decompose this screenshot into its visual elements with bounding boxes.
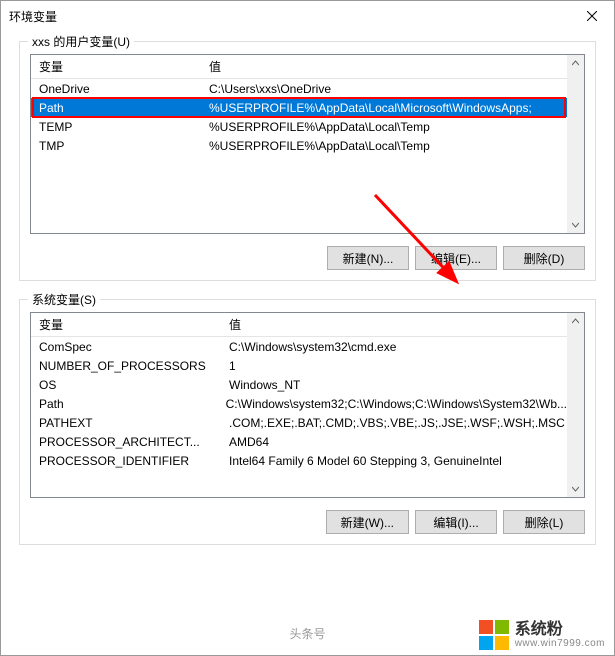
- row-val: C:\Users\xxs\OneDrive: [201, 82, 567, 96]
- row-var: OS: [31, 378, 221, 392]
- list-row[interactable]: TEMP %USERPROFILE%\AppData\Local\Temp: [31, 117, 567, 136]
- sys-buttons: 新建(W)... 编辑(I)... 删除(L): [30, 510, 585, 534]
- ms-logo-icon: [479, 620, 509, 650]
- sys-new-button[interactable]: 新建(W)...: [326, 510, 409, 534]
- user-edit-button[interactable]: 编辑(E)...: [415, 246, 497, 270]
- system-variables-group: 系统变量(S) 变量 值 ComSpec C:\Windows\system32…: [19, 299, 596, 545]
- col-header-value[interactable]: 值: [201, 58, 567, 75]
- sys-delete-button[interactable]: 删除(L): [503, 510, 585, 534]
- chevron-up-icon: [572, 60, 579, 67]
- chevron-down-icon: [572, 485, 579, 492]
- chevron-down-icon: [572, 221, 579, 228]
- row-val: .COM;.EXE;.BAT;.CMD;.VBS;.VBE;.JS;.JSE;.…: [221, 416, 567, 430]
- scrollbar[interactable]: [567, 313, 584, 497]
- row-val: C:\Windows\system32;C:\Windows;C:\Window…: [218, 397, 567, 411]
- row-val: C:\Windows\system32\cmd.exe: [221, 340, 567, 354]
- watermark-en: www.win7999.com: [515, 638, 605, 649]
- user-variables-list[interactable]: 变量 值 OneDrive C:\Users\xxs\OneDrive Path…: [30, 54, 585, 234]
- chevron-up-icon: [572, 318, 579, 325]
- list-row[interactable]: PROCESSOR_IDENTIFIER Intel64 Family 6 Mo…: [31, 451, 567, 470]
- env-vars-dialog: 环境变量 xxs 的用户变量(U) 变量 值 OneDrive C:\Users…: [0, 0, 615, 656]
- row-val: AMD64: [221, 435, 567, 449]
- user-delete-button[interactable]: 删除(D): [503, 246, 585, 270]
- list-row[interactable]: ComSpec C:\Windows\system32\cmd.exe: [31, 337, 567, 356]
- scroll-up-button[interactable]: [567, 313, 584, 330]
- system-variables-list[interactable]: 变量 值 ComSpec C:\Windows\system32\cmd.exe…: [30, 312, 585, 498]
- window-title: 环境变量: [9, 8, 57, 25]
- sys-group-title: 系统变量(S): [28, 291, 100, 308]
- close-icon: [587, 11, 597, 21]
- watermark: 系统粉 www.win7999.com: [479, 620, 605, 650]
- row-val: %USERPROFILE%\AppData\Local\Temp: [201, 139, 567, 153]
- row-var: NUMBER_OF_PROCESSORS: [31, 359, 221, 373]
- col-header-value[interactable]: 值: [221, 316, 567, 333]
- row-val: Windows_NT: [221, 378, 567, 392]
- scrollbar[interactable]: [567, 55, 584, 233]
- user-list-header: 变量 值: [31, 55, 567, 79]
- list-row[interactable]: PROCESSOR_ARCHITECT... AMD64: [31, 432, 567, 451]
- scroll-track[interactable]: [567, 330, 584, 480]
- watermark-cn: 系统粉: [515, 621, 605, 639]
- user-new-button[interactable]: 新建(N)...: [327, 246, 409, 270]
- row-var: PROCESSOR_IDENTIFIER: [31, 454, 221, 468]
- row-var: Path: [31, 397, 218, 411]
- col-header-variable[interactable]: 变量: [31, 58, 201, 75]
- row-var: TMP: [31, 139, 201, 153]
- sys-edit-button[interactable]: 编辑(I)...: [415, 510, 497, 534]
- scroll-up-button[interactable]: [567, 55, 584, 72]
- col-header-variable[interactable]: 变量: [31, 316, 221, 333]
- row-var: TEMP: [31, 120, 201, 134]
- list-row[interactable]: OneDrive C:\Users\xxs\OneDrive: [31, 79, 567, 98]
- row-val: 1: [221, 359, 567, 373]
- list-row[interactable]: PATHEXT .COM;.EXE;.BAT;.CMD;.VBS;.VBE;.J…: [31, 413, 567, 432]
- row-val: %USERPROFILE%\AppData\Local\Microsoft\Wi…: [201, 101, 567, 115]
- list-row-selected[interactable]: Path %USERPROFILE%\AppData\Local\Microso…: [31, 98, 567, 117]
- row-var: ComSpec: [31, 340, 221, 354]
- row-var: Path: [31, 101, 201, 115]
- row-val: Intel64 Family 6 Model 60 Stepping 3, Ge…: [221, 454, 567, 468]
- row-var: PROCESSOR_ARCHITECT...: [31, 435, 221, 449]
- sys-list-content: 变量 值 ComSpec C:\Windows\system32\cmd.exe…: [31, 313, 567, 497]
- sys-list-header: 变量 值: [31, 313, 567, 337]
- list-row[interactable]: OS Windows_NT: [31, 375, 567, 394]
- user-list-content: 变量 值 OneDrive C:\Users\xxs\OneDrive Path…: [31, 55, 567, 233]
- list-row[interactable]: NUMBER_OF_PROCESSORS 1: [31, 356, 567, 375]
- list-row[interactable]: Path C:\Windows\system32;C:\Windows;C:\W…: [31, 394, 567, 413]
- row-val: %USERPROFILE%\AppData\Local\Temp: [201, 120, 567, 134]
- scroll-track[interactable]: [567, 72, 584, 216]
- watermark-text: 系统粉 www.win7999.com: [515, 621, 605, 650]
- titlebar: 环境变量: [1, 1, 614, 31]
- scroll-down-button[interactable]: [567, 216, 584, 233]
- user-buttons: 新建(N)... 编辑(E)... 删除(D): [30, 246, 585, 270]
- row-var: PATHEXT: [31, 416, 221, 430]
- close-button[interactable]: [569, 1, 614, 31]
- user-variables-group: xxs 的用户变量(U) 变量 值 OneDrive C:\Users\xxs\…: [19, 41, 596, 281]
- scroll-down-button[interactable]: [567, 480, 584, 497]
- user-group-title: xxs 的用户变量(U): [28, 33, 134, 50]
- center-watermark: 头条号: [289, 625, 325, 642]
- dialog-content: xxs 的用户变量(U) 变量 值 OneDrive C:\Users\xxs\…: [1, 31, 614, 612]
- list-row[interactable]: TMP %USERPROFILE%\AppData\Local\Temp: [31, 136, 567, 155]
- row-var: OneDrive: [31, 82, 201, 96]
